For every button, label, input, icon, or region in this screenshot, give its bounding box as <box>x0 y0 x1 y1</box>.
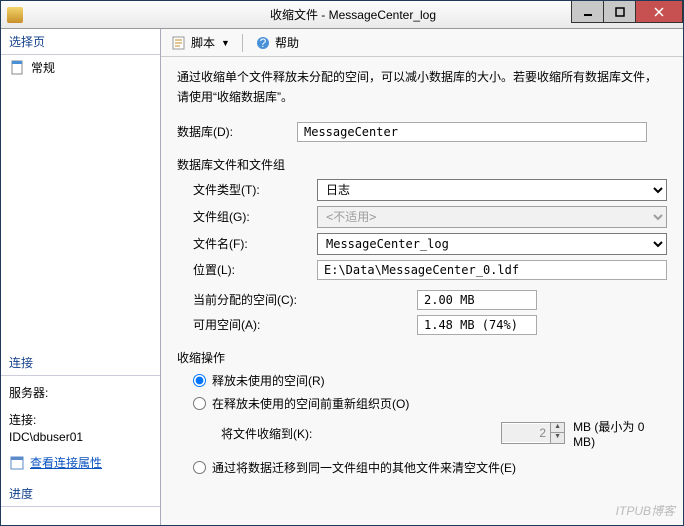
filegroup-select: <不适用> <box>317 206 667 228</box>
shrink-to-input <box>502 424 550 442</box>
properties-icon <box>9 455 25 471</box>
description-text: 通过收缩单个文件释放未分配的空间，可以减小数据库的大小。若要收缩所有数据库文件，… <box>177 67 667 108</box>
filename-label: 文件名(F): <box>177 235 317 252</box>
shrink-to-spinner[interactable]: ▲▼ <box>501 422 565 444</box>
chevron-down-icon: ▼ <box>221 38 230 48</box>
view-connection-props-link[interactable]: 查看连接属性 <box>1 450 160 475</box>
app-icon <box>7 7 23 23</box>
location-label: 位置(L): <box>177 261 317 278</box>
sidebar-item-label: 常规 <box>31 59 55 76</box>
select-page-header: 选择页 <box>1 29 160 55</box>
option-release-space[interactable]: 释放未使用的空间(R) <box>193 372 667 389</box>
allocated-value: 2.00 MB <box>417 290 537 310</box>
script-button[interactable]: 脚本 ▼ <box>167 32 234 53</box>
spin-down-icon[interactable]: ▼ <box>550 433 564 443</box>
script-icon <box>171 35 187 51</box>
help-icon: ? <box>255 35 271 51</box>
available-value: 1.48 MB (74%) <box>417 315 537 335</box>
option-migrate[interactable]: 通过将数据迁移到同一文件组中的其他文件来清空文件(E) <box>193 459 667 476</box>
main-panel: 脚本 ▼ ? 帮助 通过收缩单个文件释放未分配的空间，可以减小数据库的大小。若要… <box>161 29 683 525</box>
toolbar: 脚本 ▼ ? 帮助 <box>161 29 683 57</box>
close-button[interactable] <box>635 1 683 23</box>
shrink-to-label: 将文件收缩到(K): <box>221 425 347 442</box>
window-controls <box>571 1 683 23</box>
option-reorganize[interactable]: 在释放未使用的空间前重新组织页(O) <box>193 395 667 412</box>
migrate-radio[interactable] <box>193 461 206 474</box>
spin-up-icon[interactable]: ▲ <box>550 423 564 433</box>
maximize-button[interactable] <box>603 1 635 23</box>
shrink-to-unit: MB (最小为 0 MB) <box>573 418 667 449</box>
connection-label: 连接: <box>1 409 160 430</box>
filetype-label: 文件类型(T): <box>177 181 317 198</box>
database-field: MessageCenter <box>297 122 647 142</box>
connection-header: 连接 <box>1 350 160 376</box>
files-group-title: 数据库文件和文件组 <box>177 156 667 173</box>
minimize-button[interactable] <box>571 1 603 23</box>
toolbar-separator <box>242 34 243 52</box>
filetype-select[interactable]: 日志 <box>317 179 667 201</box>
svg-text:?: ? <box>260 36 267 50</box>
allocated-label: 当前分配的空间(C): <box>177 291 377 308</box>
available-label: 可用空间(A): <box>177 316 377 333</box>
sidebar: 选择页 常规 连接 服务器: 连接: IDC\dbuser01 查看连接属性 进… <box>1 29 161 525</box>
help-button[interactable]: ? 帮助 <box>251 32 303 53</box>
database-label: 数据库(D): <box>177 123 297 140</box>
page-icon <box>9 60 25 76</box>
filename-select[interactable]: MessageCenter_log <box>317 233 667 255</box>
progress-header: 进度 <box>1 481 160 507</box>
titlebar: 收缩文件 - MessageCenter_log <box>1 1 683 29</box>
release-radio[interactable] <box>193 374 206 387</box>
location-field: E:\Data\MessageCenter_0.ldf <box>317 260 667 280</box>
connection-value: IDC\dbuser01 <box>1 430 160 450</box>
sidebar-item-general[interactable]: 常规 <box>1 55 160 80</box>
filegroup-label: 文件组(G): <box>177 208 317 225</box>
shrink-action-title: 收缩操作 <box>177 349 667 366</box>
reorganize-radio[interactable] <box>193 397 206 410</box>
server-label: 服务器: <box>1 382 160 403</box>
